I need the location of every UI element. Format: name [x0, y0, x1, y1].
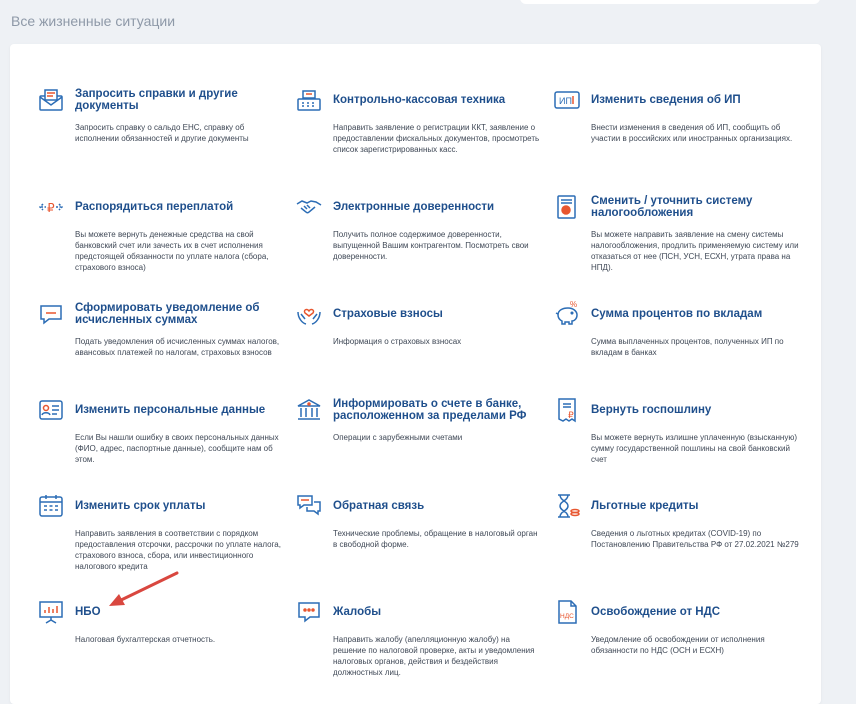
tile-title: Изменить персональные данные — [75, 404, 266, 416]
bank-building-icon — [295, 396, 323, 424]
tile-description: Сумма выплаченных процентов, полученных … — [591, 337, 784, 357]
tile-title: Страховые взносы — [333, 308, 443, 320]
cash-register-icon — [295, 86, 323, 114]
tile-foreign-bank-account[interactable]: Информировать о счете в банке, расположе… — [295, 398, 535, 443]
calendar-icon — [37, 492, 65, 520]
tile-title: Вернуть госпошлину — [591, 404, 712, 416]
tile-vat-exemption[interactable]: НДС Освобождение от НДС Уведомление об о… — [553, 600, 793, 656]
tile-description: Вы можете вернуть денежные средства на с… — [75, 230, 269, 272]
tile-description: Запросить справку о сальдо ЕНС, справку … — [75, 123, 249, 143]
tile-title: Обратная связь — [333, 500, 425, 512]
nds-icon-label: НДС — [560, 613, 574, 620]
tile-title: Сформировать уведомление об исчисленных … — [75, 302, 260, 326]
tile-request-documents[interactable]: Запросить справки и другие документы Зап… — [37, 88, 277, 144]
id-card-icon — [37, 396, 65, 424]
tile-description: Информация о страховых взносах — [333, 337, 462, 346]
tile-title: Информировать о счете в банке, расположе… — [333, 398, 527, 422]
tile-title: Изменить сведения об ИП — [591, 94, 741, 106]
tile-title: Льготные кредиты — [591, 500, 699, 512]
tile-description: Если Вы нашли ошибку в своих персональны… — [75, 433, 279, 464]
tile-title: НБО — [75, 606, 101, 618]
tile-change-ip-info[interactable]: ИП Изменить сведения об ИП Внести измене… — [553, 88, 793, 144]
hourglass-coins-icon — [553, 492, 581, 520]
document-seal-icon — [553, 193, 581, 221]
tile-electronic-powers[interactable]: Электронные доверенности Получить полное… — [295, 195, 535, 262]
ruble-arrows-icon: ₽ — [37, 193, 65, 221]
ruble-icon-label: ₽ — [568, 411, 574, 421]
tile-description: Направить заявления в соответствии с пор… — [75, 529, 281, 571]
tile-description: Уведомление об освобождении от исполнени… — [591, 635, 765, 655]
tile-deposit-interest[interactable]: % Сумма процентов по вкладам Сумма выпла… — [553, 300, 793, 358]
ip-card-icon: ИП — [553, 86, 581, 114]
tile-personal-data[interactable]: Изменить персональные данные Если Вы наш… — [37, 396, 279, 465]
tile-title: Изменить срок уплаты — [75, 500, 206, 512]
tile-title: Сменить / уточнить систему налогообложен… — [591, 195, 753, 219]
section-title: Все жизненные ситуации — [11, 13, 176, 29]
tile-description: Направить жалобу (апелляционную жалобу) … — [333, 635, 535, 677]
tile-description: Вы можете вернуть излишне уплаченную (вз… — [591, 433, 797, 464]
tile-title: Контрольно-кассовая техника — [333, 94, 506, 106]
tile-title: Освобождение от НДС — [591, 606, 721, 618]
tile-description: Налоговая бухгалтерская отчетность. — [75, 635, 216, 644]
tile-cash-register[interactable]: Контрольно-кассовая техника Направить за… — [295, 86, 539, 155]
percent-icon-label: % — [570, 300, 577, 309]
handshake-icon — [295, 193, 323, 221]
notification-envelope-icon — [37, 300, 65, 328]
tile-insurance-contributions[interactable]: Страховые взносы Информация о страховых … — [295, 302, 535, 347]
ruble-icon-label: ₽ — [47, 201, 55, 215]
tile-title: Запросить справки и другие документы — [75, 88, 238, 112]
tile-description: Внести изменения в сведения об ИП, сообщ… — [591, 123, 793, 143]
tile-complaints[interactable]: Жалобы Направить жалобу (апелляционную ж… — [295, 600, 535, 678]
previous-card-edge — [520, 0, 820, 4]
chat-bubbles-icon — [295, 492, 323, 520]
tile-description: Направить заявление о регистрации ККТ, з… — [333, 123, 540, 154]
tile-description: Операции с зарубежными счетами — [333, 433, 463, 442]
tile-overpayment[interactable]: ₽ Распорядиться переплатой Вы можете вер… — [37, 195, 277, 273]
receipt-ruble-icon: ₽ — [553, 396, 581, 424]
tile-description: Технические проблемы, обращение в налого… — [333, 529, 538, 549]
piggy-bank-icon: % — [553, 300, 581, 328]
envelope-document-icon — [37, 86, 65, 114]
tile-tax-system[interactable]: Сменить / уточнить систему налогообложен… — [553, 193, 799, 273]
tile-title: Жалобы — [333, 606, 382, 618]
presentation-board-icon — [37, 598, 65, 626]
tile-title: Сумма процентов по вкладам — [591, 308, 763, 320]
complaint-chat-icon — [295, 598, 323, 626]
tile-feedback[interactable]: Обратная связь Технические проблемы, обр… — [295, 492, 538, 550]
tile-description: Подать уведомления об исчисленных суммах… — [75, 337, 280, 357]
tile-description: Получить полное содержимое доверенности,… — [333, 230, 529, 261]
tile-form-notification[interactable]: Сформировать уведомление об исчисленных … — [37, 300, 279, 358]
hands-heart-icon — [295, 300, 323, 328]
ip-icon-label: ИП — [559, 96, 572, 106]
tile-description: Вы можете направить заявление на смену с… — [591, 230, 799, 272]
tile-description: Сведения о льготных кредитах (COVID-19) … — [591, 529, 799, 549]
vat-document-icon: НДС — [553, 598, 581, 626]
tile-title: Электронные доверенности — [333, 201, 495, 213]
tile-return-state-duty[interactable]: ₽ Вернуть госпошлину Вы можете вернуть и… — [553, 396, 797, 465]
annotation-arrow — [109, 571, 179, 606]
tile-preferential-loans[interactable]: Льготные кредиты Сведения о льготных кре… — [553, 492, 799, 550]
tile-change-payment-deadline[interactable]: Изменить срок уплаты Направить заявления… — [37, 492, 281, 572]
tile-title: Распорядиться переплатой — [75, 201, 234, 213]
